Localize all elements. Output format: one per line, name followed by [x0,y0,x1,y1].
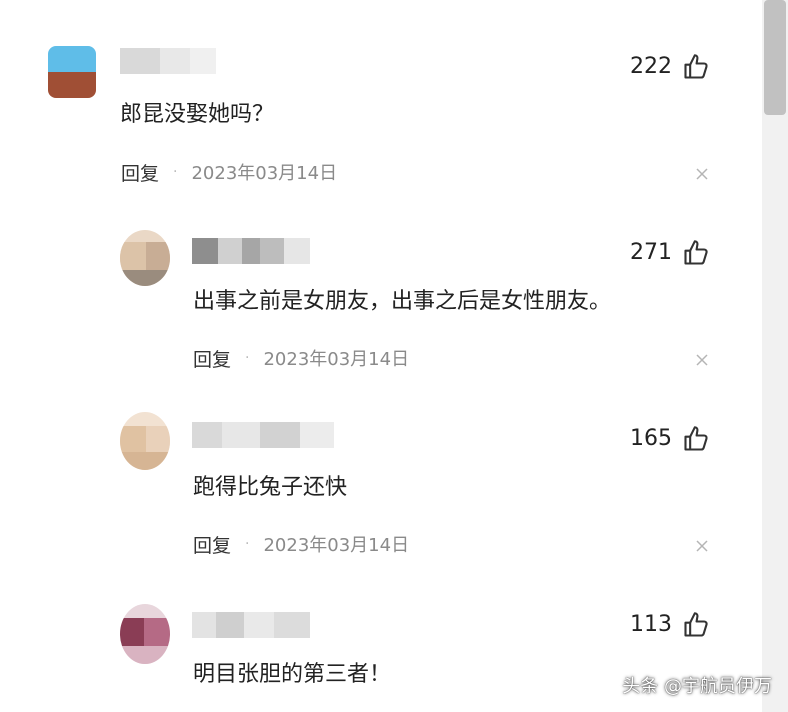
like-button[interactable]: 165 [630,424,710,454]
separator-dot: · [245,350,250,366]
watermark: 头条 @宇航员伊万 [622,676,772,697]
comment-text: 出事之前是女朋友，出事之后是女性朋友。 [193,289,612,314]
close-icon[interactable] [695,353,709,367]
thumbs-up-icon [684,426,708,451]
thumbs-up-icon [684,612,708,637]
separator-dot: · [173,164,178,180]
scrollbar-thumb[interactable] [764,0,786,115]
avatar[interactable] [48,46,96,98]
comment-list-screen: 222 郎昆没娶她吗？ 回复 · 2023年03月14日 271 出事之前是女朋… [0,0,788,712]
avatar[interactable] [120,230,170,286]
close-icon[interactable] [695,167,709,181]
reply-button[interactable]: 回复 [193,345,231,372]
comment-text: 明目张胆的第三者！ [193,662,392,687]
reply-button[interactable]: 回复 [121,159,159,186]
username-blurred[interactable] [120,48,216,74]
comment-date: 2023年03月14日 [263,349,410,370]
avatar[interactable] [120,604,170,664]
comment-text: 跑得比兔子还快 [193,475,348,500]
separator-dot: · [245,536,250,552]
avatar[interactable] [120,412,170,470]
reply-button[interactable]: 回复 [193,531,231,558]
vertical-scrollbar[interactable] [762,0,788,712]
username-blurred[interactable] [192,612,310,638]
like-count: 165 [630,426,672,451]
comment-meta: 回复 · 2023年03月14日 [193,345,410,372]
thumbs-up-icon [684,240,708,265]
like-count: 113 [630,612,672,637]
like-button[interactable]: 222 [630,52,710,82]
like-button[interactable]: 113 [630,610,710,640]
username-blurred[interactable] [192,238,310,264]
comment-date: 2023年03月14日 [191,163,338,184]
comment-date: 2023年03月14日 [263,535,410,556]
like-count: 222 [630,54,672,79]
thumbs-up-icon [684,54,708,79]
like-button[interactable]: 271 [630,238,710,268]
username-blurred[interactable] [192,422,334,448]
close-icon[interactable] [695,539,709,553]
comment-meta: 回复 · 2023年03月14日 [121,159,338,186]
comment-text: 郎昆没娶她吗？ [120,102,275,127]
comment-meta: 回复 · 2023年03月14日 [193,531,410,558]
like-count: 271 [630,240,672,265]
